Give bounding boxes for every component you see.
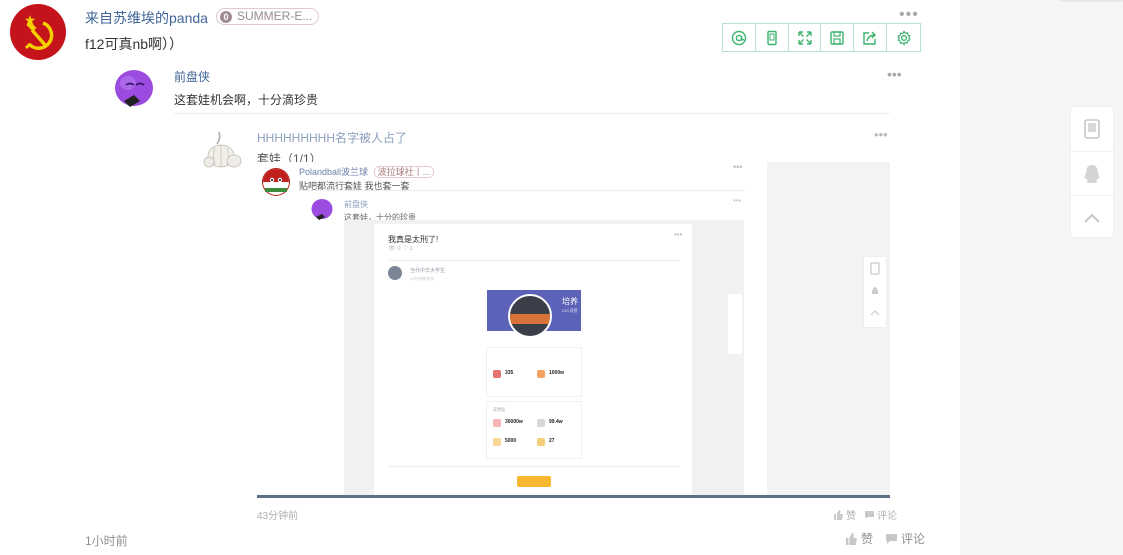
nested-float-bar [728, 294, 742, 354]
comment-actions: 赞 评论 [845, 530, 925, 547]
embedded-screenshot[interactable]: Polandball波兰球 波拉球社丨... 贴吧都流行套娃 我也套一套 •••… [257, 162, 890, 496]
horizontal-scrollbar[interactable] [257, 495, 890, 498]
reply-user-name[interactable]: 前盘侠 [174, 68, 210, 85]
stat-value: 27 [549, 438, 555, 444]
nested-more-icon: ••• [674, 230, 683, 239]
divider [388, 260, 680, 261]
nested-screenshot: 我真是太刑了! ••• 👁 0 ♡ 1 当代中华大学生 10分钟前发布 培养 2… [344, 220, 744, 496]
embedded-reply-avatar [310, 198, 334, 222]
mobile-app-icon[interactable] [1071, 107, 1113, 151]
divider [299, 190, 745, 191]
divider [174, 113, 890, 114]
stat-value: 5000 [505, 438, 517, 444]
reply2-more-icon[interactable]: ••• [874, 127, 888, 142]
coin-icon [537, 370, 545, 378]
stat-value: 99.4w [549, 419, 563, 425]
profile-subtitle: 233 获赞 [562, 308, 578, 313]
eye-icon [537, 419, 545, 427]
embedded-user-name: Polandball波兰球 波拉球社丨... [299, 165, 435, 178]
section-label: 获赞值 [493, 407, 505, 412]
fire-icon [493, 370, 501, 378]
back-to-top-icon[interactable] [1071, 195, 1113, 239]
like-icon [493, 419, 501, 427]
reply2-time: 43分钟前 [257, 511, 299, 522]
embedded-badge: 波拉球社丨... [373, 166, 435, 178]
divider [388, 466, 680, 467]
reply-button[interactable]: 评论 [885, 530, 925, 547]
right-rail [960, 0, 1123, 555]
gift-icon [493, 438, 501, 446]
nested-title: 我真是太刑了! [388, 235, 439, 244]
settings-icon[interactable] [887, 24, 920, 51]
save-icon[interactable] [821, 24, 855, 51]
user-name-link[interactable]: 来自苏维埃的panda [85, 8, 208, 28]
badge-text: SUMMER-E... [237, 9, 313, 23]
nested-user-avatar [388, 266, 402, 280]
screenshot-side-area [767, 162, 890, 496]
share-icon[interactable] [854, 24, 888, 51]
at-icon[interactable] [723, 24, 756, 51]
stats-card: 335 1000w [487, 348, 581, 396]
user-avatar[interactable] [10, 4, 66, 60]
rail-divider [1060, 0, 1123, 2]
main-panel: 来自苏维埃的panda 0 SUMMER-E... ••• f12可真nb啊）） [0, 0, 960, 555]
reply2-like-button[interactable]: 赞 [833, 507, 856, 522]
reply-text: 这套娃机会啊，十分滴珍贵 [174, 93, 319, 107]
reply-more-icon[interactable]: ••• [887, 66, 902, 82]
comment-icon [865, 510, 874, 519]
polandball-avatar [262, 168, 290, 196]
reply2-user-name[interactable]: HHHHHHHHH名字被人占了 [257, 129, 407, 146]
garlic-avatar[interactable] [201, 128, 243, 172]
floating-action-bar [1070, 106, 1114, 238]
comment-text: f12可真nb啊）） [85, 36, 184, 52]
thumb-up-icon [834, 509, 843, 520]
hammer-sickle-icon [24, 15, 54, 50]
embedded-reply-name: 前盘侠 [344, 200, 368, 209]
embedded-reply-more-icon: ••• [733, 196, 742, 205]
stat-value: 1000w [549, 370, 565, 376]
mobile-icon[interactable] [756, 24, 789, 51]
nested-user-time: 10分钟前发布 [410, 276, 435, 281]
profile-title: 培养 [562, 297, 578, 306]
reply2-actions: 赞 评论 [833, 507, 897, 522]
nested-button [517, 476, 551, 487]
fullscreen-icon[interactable] [789, 24, 822, 51]
comment-icon [886, 533, 898, 544]
stat-value: 335 [505, 370, 514, 376]
level-badge[interactable]: 0 SUMMER-E... [216, 8, 320, 25]
comment-time: 1小时前 [85, 534, 128, 548]
thumb-up-icon [846, 532, 857, 545]
profile-avatar [508, 294, 552, 338]
nested-user-name: 当代中华大学生 [410, 268, 446, 274]
stat-value: 30000w [505, 419, 523, 425]
like-button[interactable]: 赞 [845, 530, 873, 547]
stats-card: 获赞值 30000w 99.4w 5000 27 [487, 402, 581, 458]
nested-meta: 👁 0 ♡ 1 [388, 246, 413, 252]
reply-avatar[interactable] [112, 67, 156, 111]
more-options-icon[interactable]: ••• [899, 6, 919, 24]
embedded-more-icon: ••• [733, 162, 743, 172]
trophy-icon [537, 438, 545, 446]
screenshot-toolbar [722, 23, 921, 52]
badge-level: 0 [220, 11, 232, 23]
reply2-reply-button[interactable]: 评论 [864, 507, 897, 522]
qq-icon[interactable] [1071, 151, 1113, 195]
embedded-float-bar [864, 257, 886, 327]
